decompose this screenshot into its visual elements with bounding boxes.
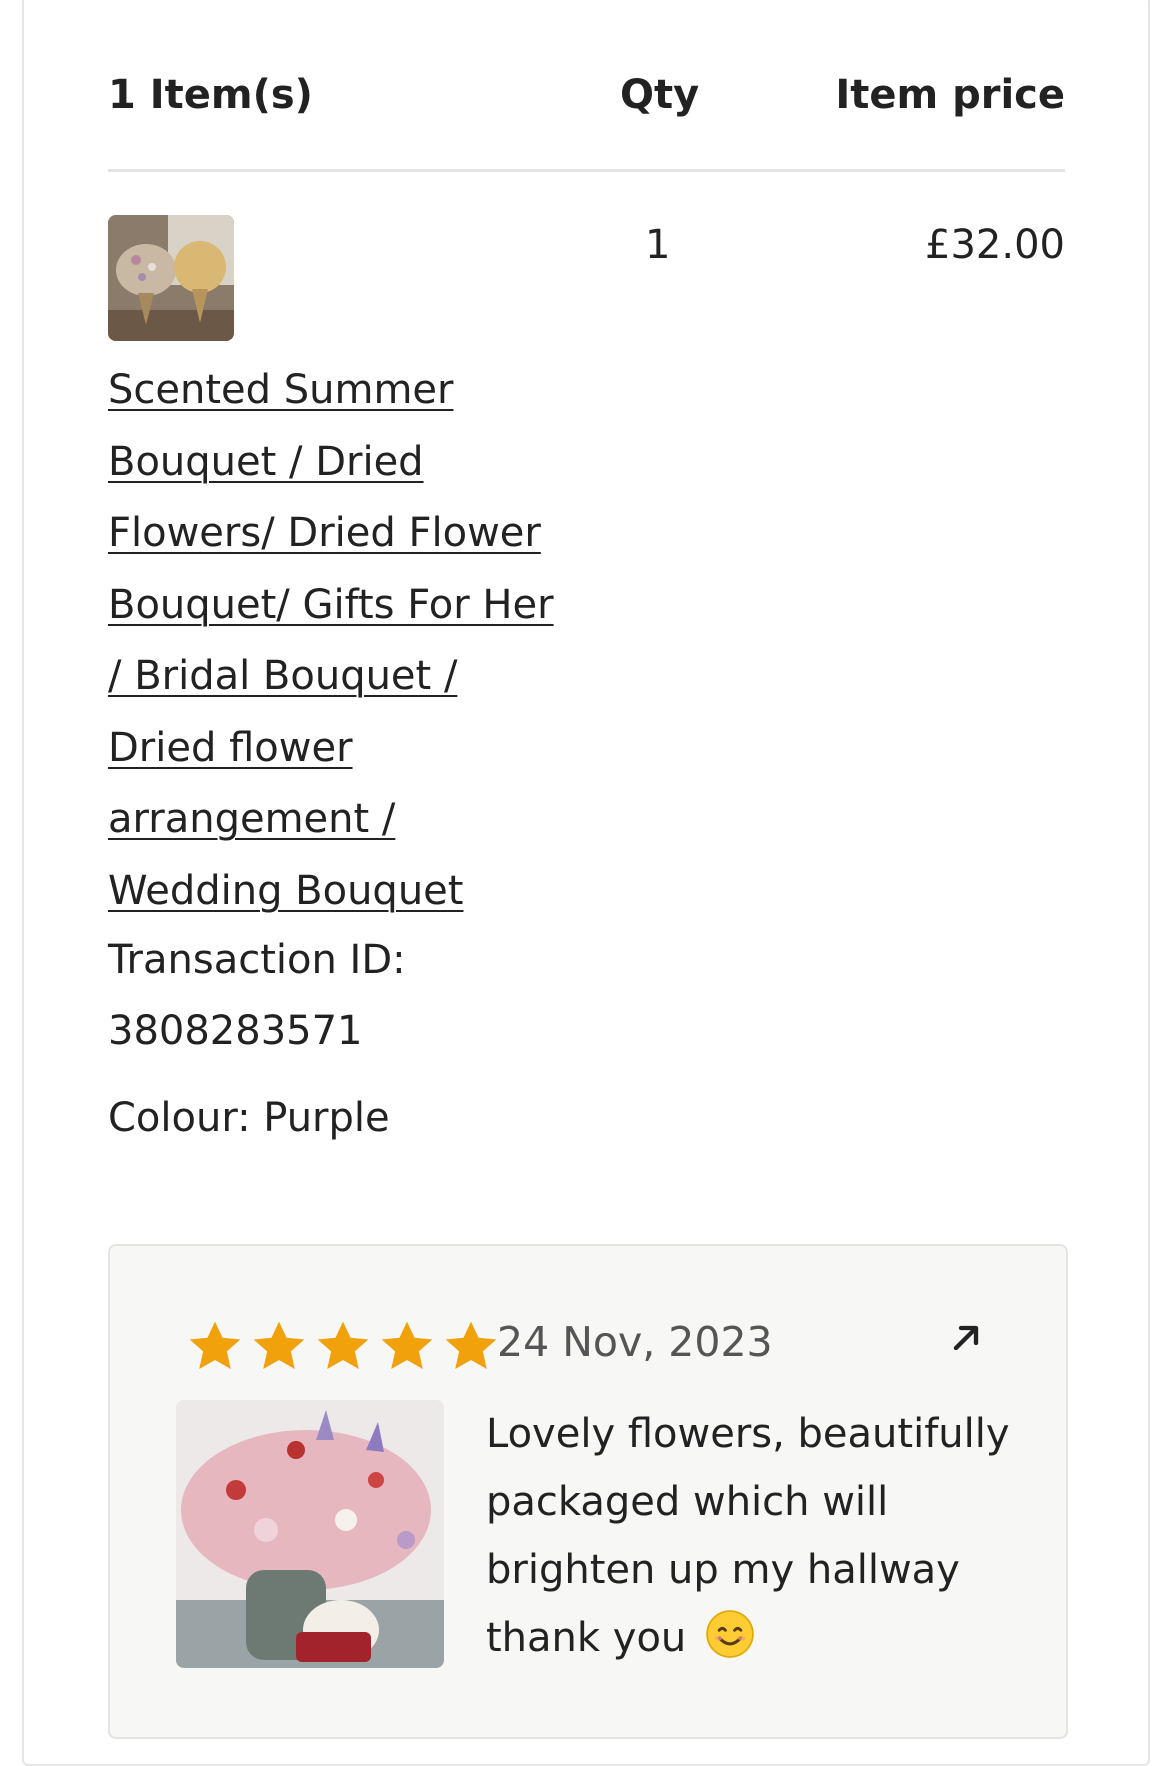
review-photo[interactable] (176, 1400, 444, 1668)
star-icon (189, 1321, 241, 1369)
star-icon (381, 1321, 433, 1369)
item-price: £32.00 (925, 222, 1065, 268)
item-variation: Colour: Purple (108, 1095, 390, 1141)
item-thumbnail[interactable] (108, 215, 234, 341)
item-price-header: Item price (835, 72, 1065, 118)
transaction-info: Transaction ID: 3808283571 (108, 925, 578, 1067)
star-icon (317, 1321, 369, 1369)
header-divider (108, 169, 1065, 172)
review-text-block: Lovely flowers, beautifully packaged whi… (486, 1400, 1046, 1672)
item-quantity: 1 (645, 222, 671, 268)
review-date: 24 Nov, 2023 (497, 1318, 773, 1366)
transaction-id: 3808283571 (108, 1008, 363, 1054)
transaction-label: Transaction ID: (108, 937, 406, 983)
star-icon (253, 1321, 305, 1369)
open-review-arrow-icon[interactable] (946, 1318, 986, 1358)
star-icon (445, 1321, 497, 1369)
review-star-rating (184, 1315, 502, 1377)
item-title-link[interactable]: Scented Summer Bouquet / Dried Flowers/ … (108, 355, 578, 927)
items-count-header: 1 Item(s) (108, 72, 313, 118)
qty-header: Qty (620, 72, 700, 118)
smiling-face-emoji-icon (706, 1610, 754, 1658)
